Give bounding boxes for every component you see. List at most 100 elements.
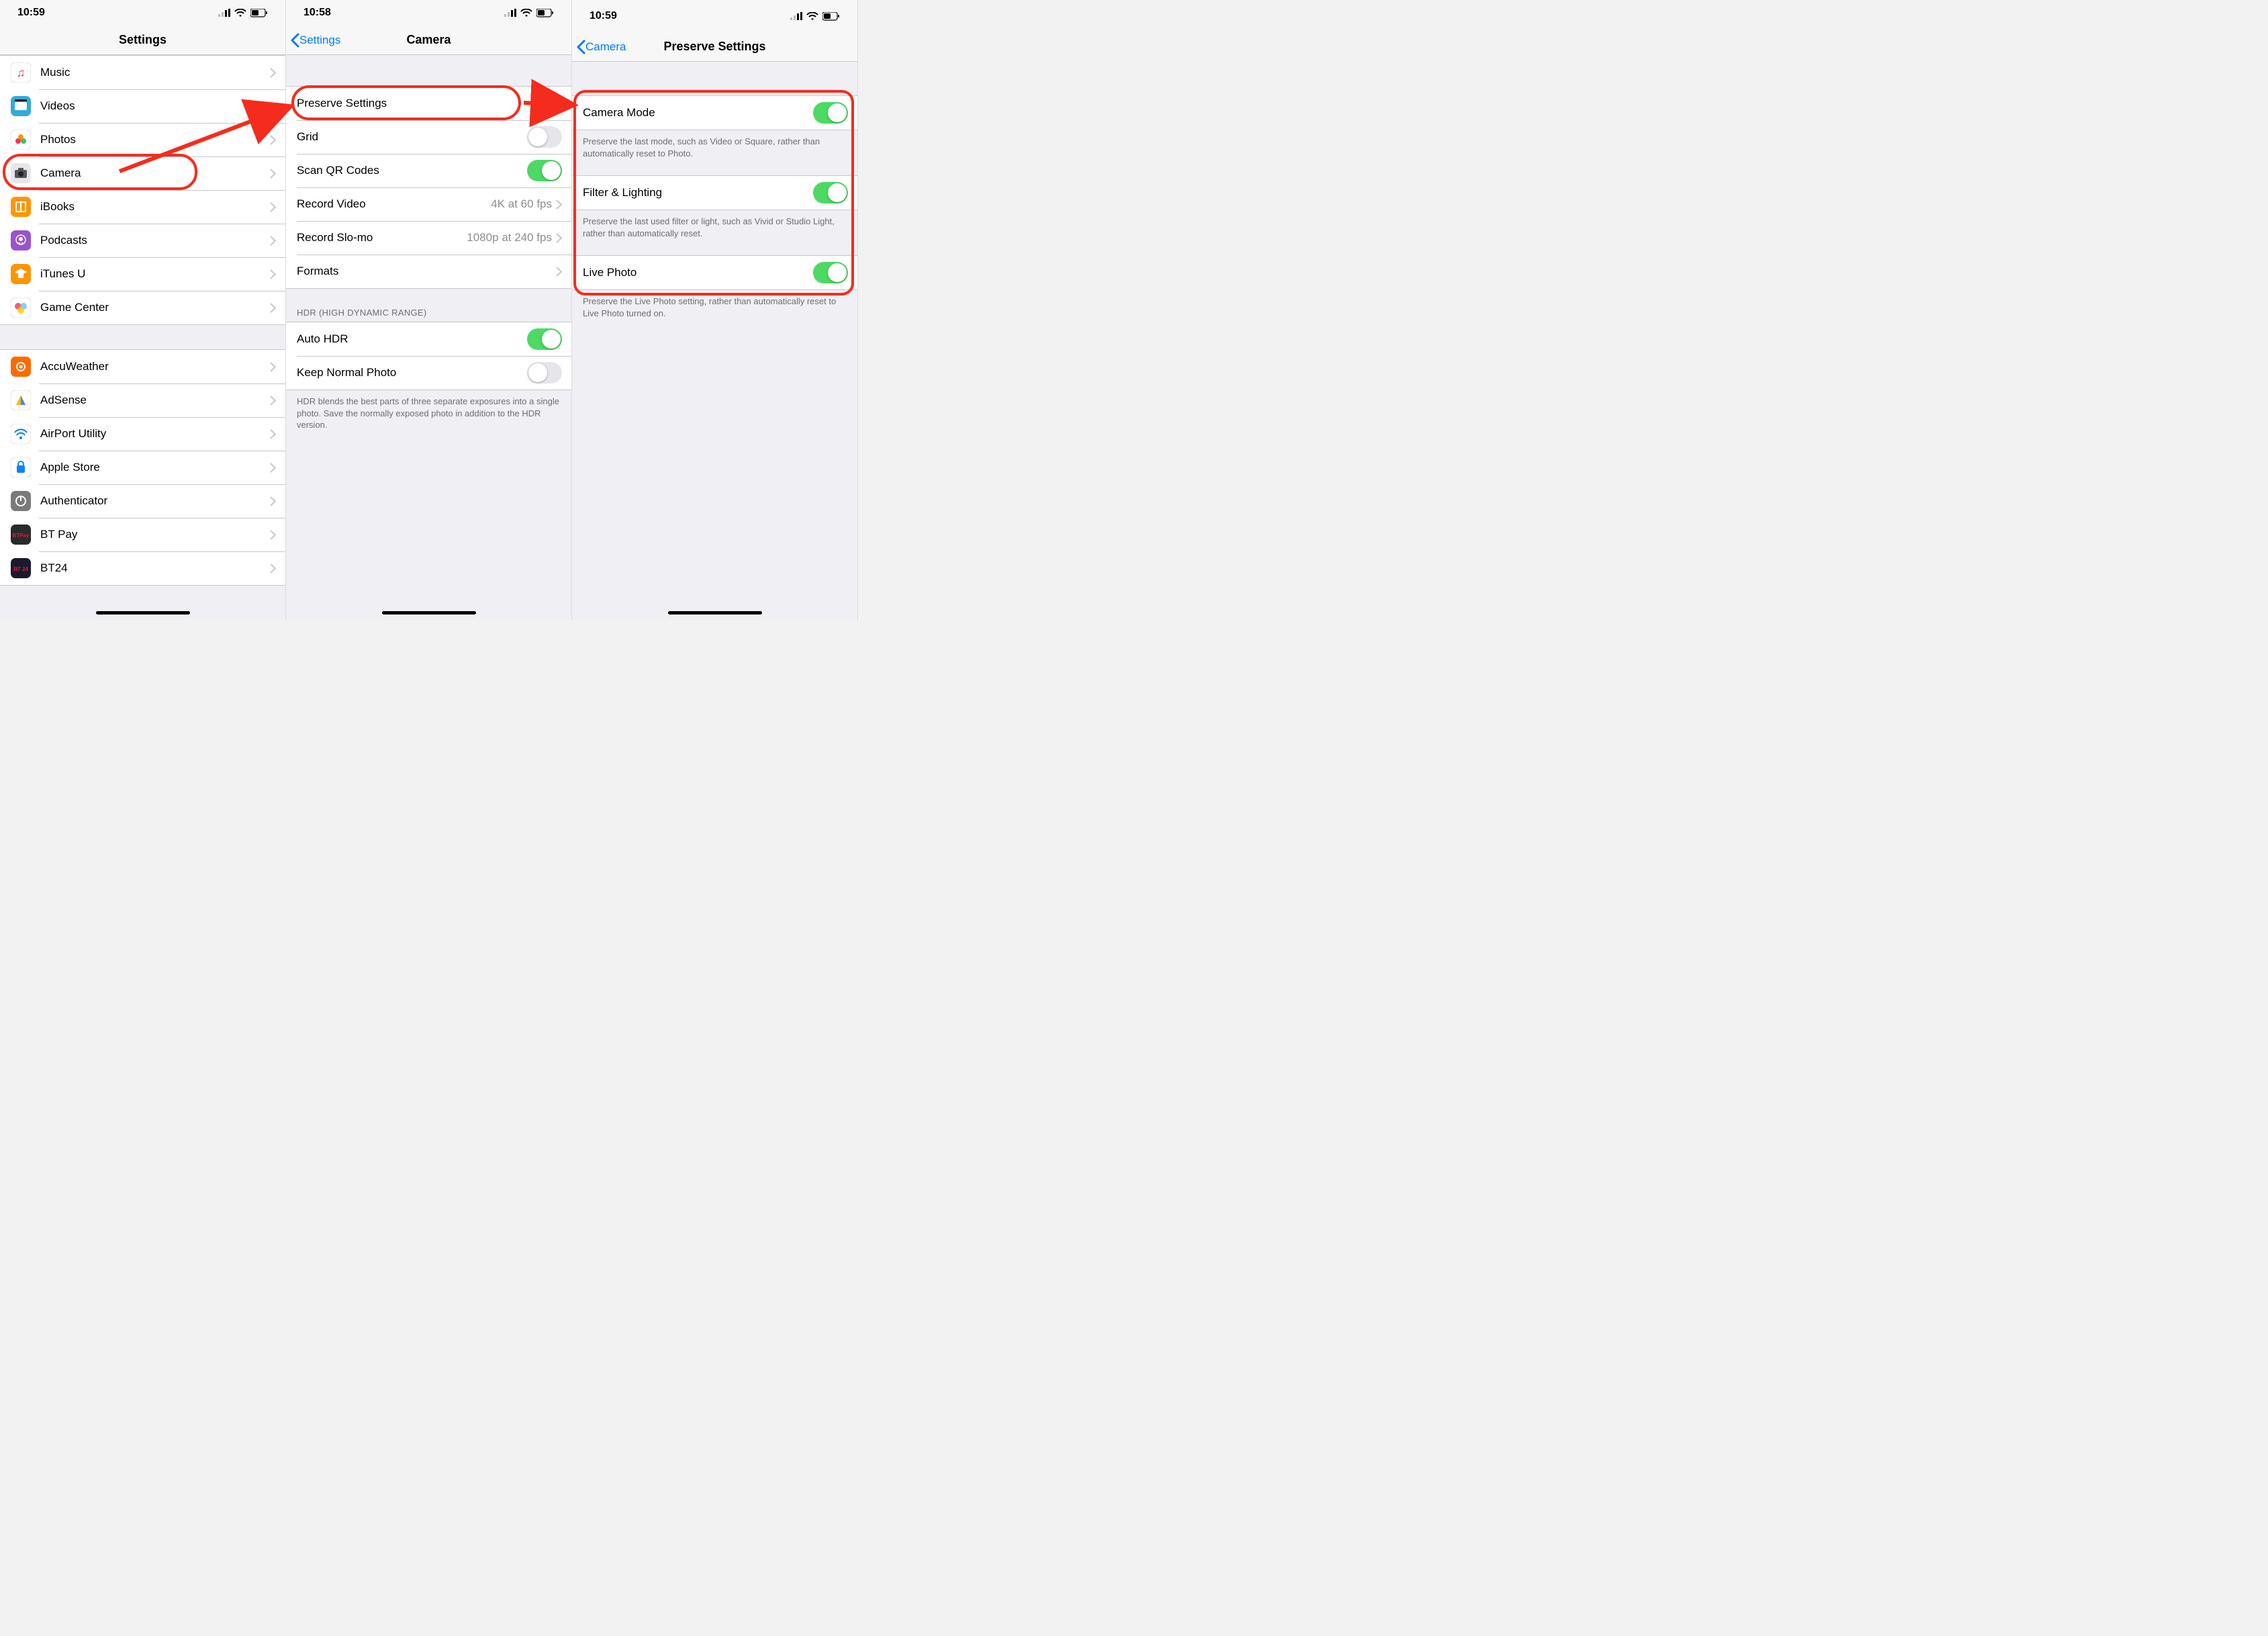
page-title: Settings <box>119 33 167 47</box>
row-label: Scan QR Codes <box>297 164 527 177</box>
footer-camera-mode: Preserve the last mode, such as Video or… <box>572 130 857 166</box>
settings-row-airport-utility[interactable]: AirPort Utility <box>0 417 285 451</box>
settings-group-thirdparty: AccuWeather AdSense AirPort Utility Apple S… <box>0 349 285 586</box>
group-spacer <box>572 62 857 95</box>
row-detail: 1080p at 240 fps <box>467 231 552 244</box>
auth-icon <box>11 491 31 511</box>
row-label: Auto HDR <box>297 332 527 346</box>
toggle-filter-lighting[interactable] <box>813 182 848 203</box>
toggle-keep-normal[interactable] <box>527 362 562 383</box>
settings-row-podcasts[interactable]: Podcasts <box>0 224 285 257</box>
chevron-right-icon <box>270 303 276 313</box>
status-time: 10:59 <box>17 7 45 19</box>
settings-row-ibooks[interactable]: iBooks <box>0 190 285 224</box>
settings-row-music[interactable]: ♫Music <box>0 56 285 89</box>
chevron-right-icon <box>270 362 276 372</box>
chevron-right-icon <box>270 68 276 78</box>
toggle-camera-mode[interactable] <box>813 102 848 124</box>
status-bar: 10:58 <box>286 0 571 26</box>
row-label: iBooks <box>40 200 270 214</box>
row-label: AirPort Utility <box>40 427 270 441</box>
camera-main-group: Preserve Settings Grid Scan QR Codes Rec… <box>286 86 571 289</box>
group-spacer <box>0 325 285 349</box>
chevron-right-icon <box>270 169 276 179</box>
settings-row-apple-store[interactable]: Apple Store <box>0 451 285 484</box>
ibooks-icon <box>11 197 31 217</box>
bt24-icon: BT 24 <box>11 558 31 578</box>
settings-row-itunes-u[interactable]: iTunes U <box>0 257 285 291</box>
chevron-right-icon <box>270 135 276 145</box>
applestore-icon <box>11 457 31 478</box>
settings-row-videos[interactable]: Videos <box>0 89 285 123</box>
group-spacer <box>286 55 571 86</box>
settings-row-game-center[interactable]: Game Center <box>0 291 285 324</box>
row-filter-lighting[interactable]: Filter & Lighting <box>572 176 857 210</box>
row-record-slomo[interactable]: Record Slo-mo 1080p at 240 fps <box>286 221 571 255</box>
chevron-right-icon <box>556 99 562 109</box>
chevron-right-icon <box>270 236 276 246</box>
wifi-icon <box>520 9 532 17</box>
gamecenter-icon <box>11 298 31 318</box>
row-camera-mode[interactable]: Camera Mode <box>572 96 857 130</box>
settings-row-adsense[interactable]: AdSense <box>0 383 285 417</box>
svg-text:BT 24: BT 24 <box>13 566 28 572</box>
row-label: Music <box>40 66 270 79</box>
chevron-right-icon <box>270 563 276 574</box>
navbar: Settings <box>0 26 285 55</box>
row-label: Filter & Lighting <box>583 186 813 199</box>
chevron-right-icon <box>270 101 276 111</box>
screen-settings: 10:59 Settings ♫MusicVideosPhotosCamera i… <box>0 0 286 620</box>
row-label: Record Video <box>297 197 491 211</box>
battery-icon <box>250 9 268 17</box>
toggle-grid[interactable] <box>527 126 562 148</box>
status-icons <box>218 9 268 17</box>
group-footer-hdr: HDR blends the best parts of three separ… <box>286 390 571 438</box>
settings-row-bt24[interactable]: BT 24 BT24 <box>0 551 285 585</box>
chevron-right-icon <box>270 202 276 212</box>
status-bar: 10:59 <box>572 0 857 32</box>
row-label: Camera Mode <box>583 106 813 120</box>
row-preserve-settings[interactable]: Preserve Settings <box>286 87 571 120</box>
row-label: BT Pay <box>40 528 270 541</box>
podcasts-icon <box>11 230 31 251</box>
back-label: Settings <box>299 34 340 47</box>
settings-row-bt-pay[interactable]: BTPay BT Pay <box>0 518 285 551</box>
back-button[interactable]: Settings <box>290 33 340 48</box>
row-scan-qr[interactable]: Scan QR Codes <box>286 154 571 187</box>
row-label: Preserve Settings <box>297 97 556 110</box>
signal-icon <box>504 9 516 17</box>
row-label: AccuWeather <box>40 360 270 373</box>
home-indicator <box>96 611 190 615</box>
row-grid[interactable]: Grid <box>286 120 571 154</box>
settings-row-camera[interactable]: Camera <box>0 156 285 190</box>
row-keep-normal[interactable]: Keep Normal Photo <box>286 356 571 390</box>
row-label: BT24 <box>40 561 270 575</box>
toggle-live-photo[interactable] <box>813 262 848 283</box>
row-label: Live Photo <box>583 266 813 279</box>
preserve-group-cameramode: Camera Mode <box>572 95 857 130</box>
status-bar: 10:59 <box>0 0 285 26</box>
row-live-photo[interactable]: Live Photo <box>572 256 857 289</box>
back-label: Camera <box>585 40 626 54</box>
row-label: Authenticator <box>40 494 270 508</box>
home-indicator <box>382 611 476 615</box>
chevron-right-icon <box>270 463 276 473</box>
settings-row-photos[interactable]: Photos <box>0 123 285 156</box>
settings-row-accuweather[interactable]: AccuWeather <box>0 350 285 383</box>
home-indicator <box>668 611 762 615</box>
settings-row-authenticator[interactable]: Authenticator <box>0 484 285 518</box>
back-button[interactable]: Camera <box>576 40 626 54</box>
row-detail: 4K at 60 fps <box>491 197 552 211</box>
footer-live-photo: Preserve the Live Photo setting, rather … <box>572 290 857 326</box>
row-record-video[interactable]: Record Video 4K at 60 fps <box>286 187 571 221</box>
toggle-auto-hdr[interactable] <box>527 328 562 350</box>
chevron-right-icon <box>270 429 276 439</box>
toggle-scan-qr[interactable] <box>527 160 562 181</box>
svg-text:BTPay: BTPay <box>13 533 30 539</box>
row-label: AdSense <box>40 394 270 407</box>
page-title: Camera <box>406 33 451 47</box>
row-auto-hdr[interactable]: Auto HDR <box>286 322 571 356</box>
accu-icon <box>11 357 31 377</box>
row-formats[interactable]: Formats <box>286 255 571 288</box>
signal-icon <box>218 9 230 17</box>
